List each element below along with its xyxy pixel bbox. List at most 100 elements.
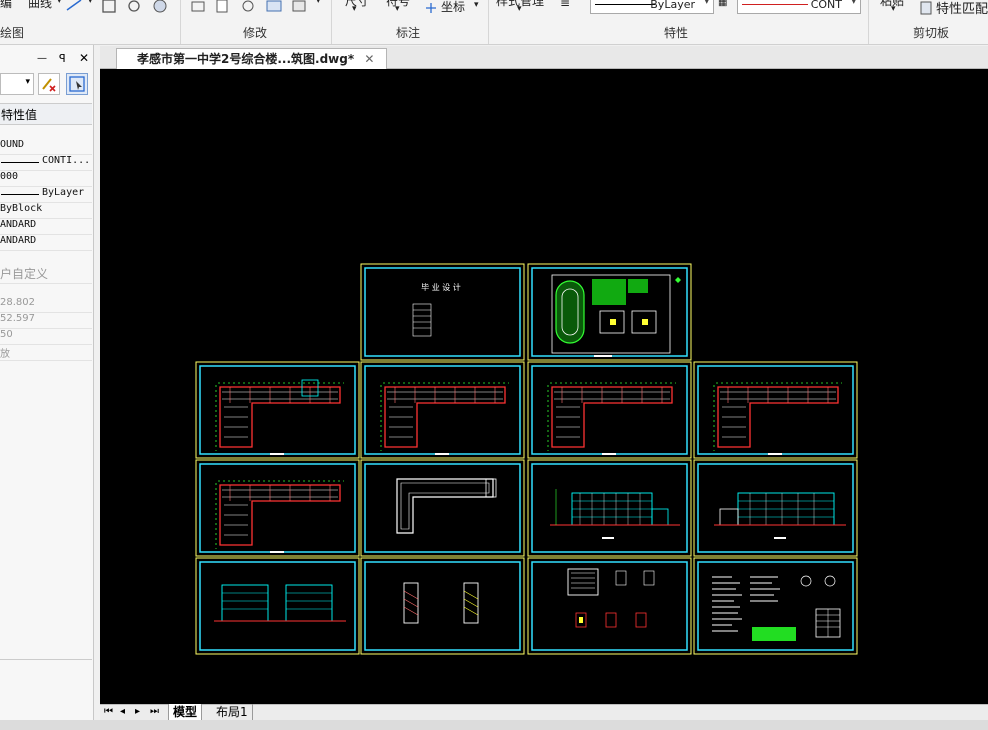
close-icon[interactable]: ✕ (79, 51, 89, 65)
document-tab-title: 孝感市第一中学2号综合楼...筑图.dwg* (137, 52, 355, 66)
linetype-value: ByLayer (650, 0, 695, 11)
property-value: ByBlock (0, 203, 43, 214)
linetype-dropdown[interactable]: ByLayer ▾ (590, 0, 714, 14)
lineweight-sample (1, 194, 39, 195)
partial-tool-label[interactable]: 编 (0, 0, 12, 11)
value-column-header: 特性值 (1, 108, 38, 122)
property-value: 放 (0, 349, 10, 360)
sheet-details[interactable] (527, 557, 692, 655)
divider (868, 0, 869, 44)
floor-plan-1 (215, 382, 345, 456)
circle-icon[interactable] (127, 0, 143, 14)
stretch-icon[interactable] (292, 0, 308, 14)
match-properties-icon[interactable] (919, 0, 935, 16)
coordinates-button[interactable]: 坐标 (441, 0, 465, 15)
drawing-canvas[interactable]: 毕 业 设 计 (100, 69, 988, 704)
next-tab-icon[interactable]: ▸ (131, 704, 144, 720)
linetype-sample (595, 4, 655, 5)
drawing-sheets: 毕 业 设 计 (195, 263, 858, 655)
chevron-down-icon[interactable]: ▾ (57, 0, 62, 6)
properties-palette: — ꟼ ✕ ▾ 特性值 OUND CONTI... 000 ByLayer By… (0, 45, 94, 720)
section-header[interactable]: 户自定义 (0, 265, 92, 284)
minimize-icon[interactable]: — (37, 53, 47, 64)
sheet-site-plan[interactable] (527, 263, 692, 361)
first-tab-icon[interactable]: ⏮ (100, 704, 117, 720)
tab-layout1[interactable]: 布局1 (212, 704, 253, 720)
properties-group-label: 特性 (664, 26, 689, 40)
property-value: 28.802 (0, 297, 35, 308)
layout-tab-bar: ⏮ ◂ ▸ ⏭ 模型 布局1 (100, 704, 988, 721)
property-row[interactable]: OUND (0, 139, 92, 155)
property-row[interactable]: ByLayer (0, 187, 92, 203)
elevation-1 (550, 489, 680, 539)
clipboard-group-label: 剪切板 (913, 26, 950, 40)
sheet-cover[interactable] (360, 263, 525, 361)
previous-tab-icon[interactable]: ◂ (116, 704, 129, 720)
divider (180, 0, 181, 44)
property-value: ANDARD (0, 235, 37, 246)
hatch-icon[interactable] (152, 0, 168, 14)
sheet-roof-plan[interactable] (360, 459, 525, 557)
chevron-down-icon[interactable]: ▾ (395, 4, 400, 14)
divider (331, 0, 332, 44)
sheet-stair-section[interactable] (360, 557, 525, 655)
chevron-down-icon[interactable]: ▾ (517, 4, 522, 14)
dimension-button[interactable]: 尺寸 (345, 0, 369, 9)
elevation-2 (714, 492, 846, 539)
property-row[interactable]: ANDARD (0, 235, 92, 251)
rectangle-icon[interactable] (102, 0, 118, 14)
quick-select-icon[interactable] (66, 73, 88, 95)
property-row[interactable]: ANDARD (0, 219, 92, 235)
property-row[interactable]: 52.597 (0, 313, 92, 329)
toggle-pickadd-icon[interactable] (38, 73, 60, 95)
sheet-elevation-1[interactable] (527, 459, 692, 557)
site-plan (551, 274, 681, 357)
property-value: 50 (0, 329, 13, 340)
rotate-icon[interactable] (240, 0, 256, 14)
coordinates-icon[interactable] (424, 0, 440, 16)
property-row[interactable]: 50 (0, 329, 92, 345)
property-row[interactable]: 28.802 (0, 297, 92, 313)
close-icon[interactable]: ✕ (364, 52, 374, 66)
details (567, 568, 655, 628)
chevron-down-icon[interactable]: ▾ (88, 0, 93, 6)
sheet-elevation-2[interactable] (693, 459, 858, 557)
property-row[interactable]: 放 (0, 345, 92, 361)
chevron-down-icon[interactable]: ▾ (474, 0, 479, 10)
document-tab[interactable]: 孝感市第一中学2号综合楼...筑图.dwg* ✕ (116, 48, 388, 69)
scale-icon[interactable] (266, 0, 282, 14)
property-value: 000 (0, 171, 19, 182)
last-tab-icon[interactable]: ⏭ (146, 704, 163, 720)
lineweight-dropdown[interactable]: CONT ▾ (737, 0, 861, 14)
property-value: ANDARD (0, 219, 37, 230)
chevron-down-icon[interactable]: ▾ (352, 4, 357, 14)
ribbon: 编 曲线 ▾ ▾ 绘图 ▾ 修改 尺寸 符号 ▾ ▾ 坐标 ▾ 标注 样式管理 … (0, 0, 988, 45)
copy-icon[interactable] (190, 0, 206, 14)
lineweight-icon[interactable]: ≡ (560, 0, 570, 10)
chevron-down-icon[interactable]: ▾ (316, 0, 321, 6)
line-icon[interactable] (66, 0, 82, 12)
chevron-down-icon: ▾ (704, 0, 709, 7)
sheet-elevation-3[interactable] (195, 557, 360, 655)
linetype-sample (1, 162, 39, 163)
tab-model[interactable]: 模型 (168, 704, 203, 721)
roof-plan (396, 478, 497, 534)
object-selector[interactable]: ▾ (0, 73, 34, 95)
mirror-icon[interactable] (214, 0, 230, 14)
property-row[interactable]: CONTI... (0, 155, 92, 171)
property-value: CONTI... (42, 155, 91, 166)
modify-group-label: 修改 (243, 26, 268, 40)
property-row[interactable]: ByBlock (0, 203, 92, 219)
property-value: 52.597 (0, 313, 35, 324)
polyline-button[interactable]: 曲线 (28, 0, 52, 11)
chevron-down-icon[interactable]: ▾ (891, 4, 896, 14)
section-label: 户自定义 (0, 267, 49, 281)
color-icon[interactable]: ▦ (718, 0, 727, 8)
property-value: OUND (0, 139, 25, 150)
lineweight-sample (742, 4, 808, 5)
floor-plan-5 (215, 480, 345, 554)
property-row[interactable]: 000 (0, 171, 92, 187)
floor-plan-4 (713, 382, 843, 456)
pin-icon[interactable]: ꟼ (59, 52, 66, 65)
match-properties-button[interactable]: 特性匹配 (936, 0, 988, 17)
